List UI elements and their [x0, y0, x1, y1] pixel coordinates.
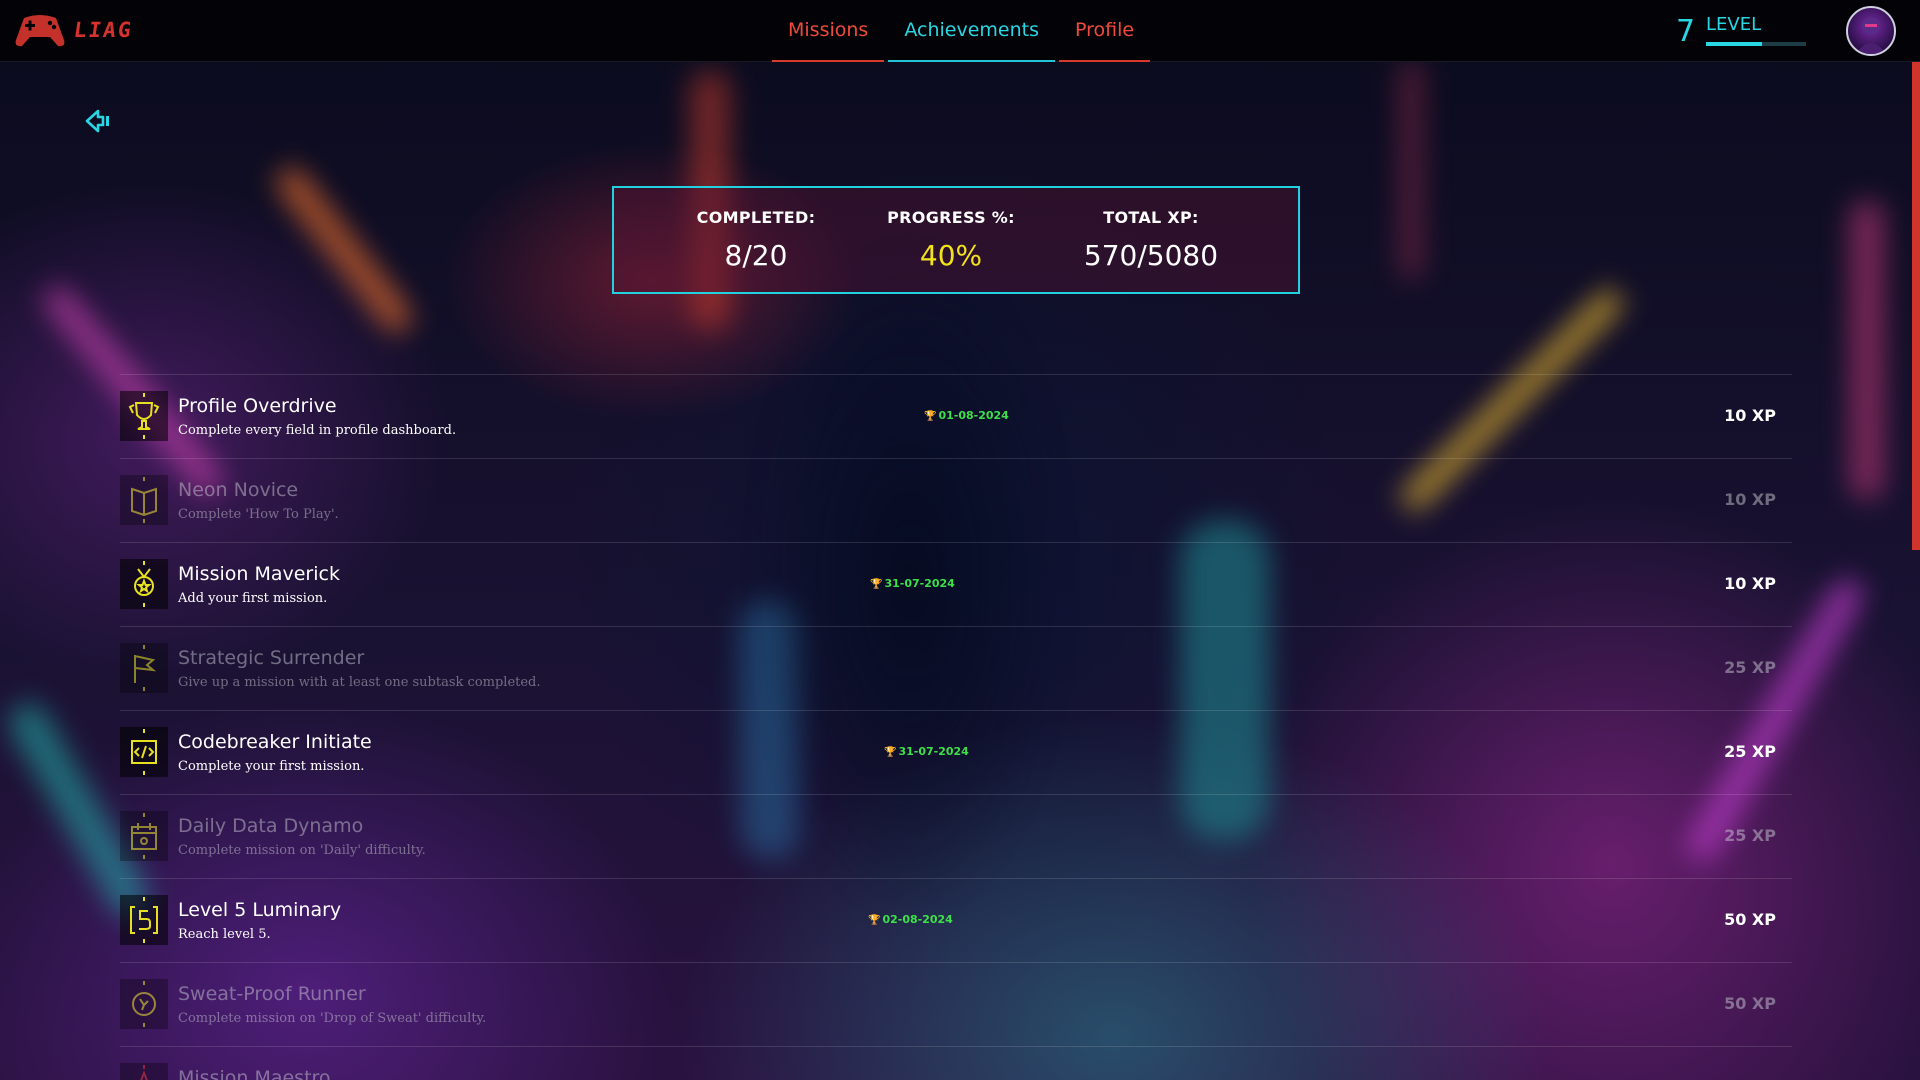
- achievement-description: Add your first mission.: [178, 591, 328, 606]
- medal-icon: [120, 559, 168, 609]
- achievement-xp: 50 XP: [1724, 994, 1776, 1013]
- achievement-xp: 50 XP: [1724, 910, 1776, 929]
- level-five-icon: [120, 895, 168, 945]
- achievement-xp: 10 XP: [1724, 406, 1776, 425]
- achievement-xp: 25 XP: [1724, 826, 1776, 845]
- achievement-row[interactable]: Daily Data Dynamo Complete mission on 'Da…: [120, 794, 1792, 878]
- stat-completed: COMPLETED: 8/20: [661, 188, 851, 292]
- achievement-row[interactable]: Level 5 Luminary Reach level 5. 🏆 02-08-202…: [120, 878, 1792, 962]
- unlock-date: 🏆 31-07-2024: [884, 745, 969, 758]
- achievement-description: Complete 'How To Play'.: [178, 507, 339, 522]
- gamepad-icon: [15, 15, 65, 47]
- achievement-row[interactable]: Mission Maestro: [120, 1046, 1792, 1080]
- book-icon: [120, 475, 168, 525]
- achievement-description: Give up a mission with at least one subt…: [178, 675, 541, 690]
- achievement-description: Complete your first mission.: [178, 759, 365, 774]
- achievement-title: Daily Data Dynamo: [178, 815, 364, 837]
- trophy-small-icon: 🏆: [884, 747, 897, 758]
- stat-xp-value: 570/5080: [1083, 239, 1219, 272]
- achievement-xp: 25 XP: [1724, 658, 1776, 677]
- stat-progress-value: 40%: [919, 239, 983, 272]
- unlock-date-text: 31-07-2024: [884, 577, 955, 590]
- flag-icon: [120, 643, 168, 693]
- tab-profile[interactable]: Profile: [1058, 0, 1151, 62]
- achievement-row[interactable]: Strategic Surrender Give up a mission wit…: [120, 626, 1792, 710]
- level-progress-fill: [1706, 42, 1762, 46]
- star-icon: [120, 1063, 168, 1080]
- achievement-title: Mission Maverick: [178, 563, 340, 585]
- code-icon: [120, 727, 168, 777]
- runner-icon: [120, 979, 168, 1029]
- unlock-date: 🏆 31-07-2024: [870, 577, 955, 590]
- trophy-small-icon: 🏆: [924, 411, 937, 422]
- tab-achievements[interactable]: Achievements: [888, 0, 1055, 62]
- top-nav-bar: LIAG Missions Achievements Profile 7 LEV…: [0, 0, 1920, 62]
- achievement-title: Level 5 Luminary: [178, 899, 342, 921]
- achievement-title: Codebreaker Initiate: [178, 731, 372, 753]
- achievement-row[interactable]: Profile Overdrive Complete every field in…: [120, 374, 1792, 458]
- trophy-icon: [120, 391, 168, 441]
- achievement-title: Profile Overdrive: [178, 395, 337, 417]
- avatar-image: [1856, 17, 1886, 54]
- achievement-xp: 10 XP: [1724, 490, 1776, 509]
- stat-completed-value: 8/20: [724, 239, 788, 272]
- achievement-xp: 25 XP: [1724, 742, 1776, 761]
- level-number: 7: [1676, 14, 1696, 49]
- logo[interactable]: LIAG: [14, 12, 135, 48]
- avatar[interactable]: [1846, 6, 1896, 56]
- unlock-date-text: 31-07-2024: [898, 745, 969, 758]
- achievement-description: Complete mission on 'Drop of Sweat' diff…: [178, 1011, 487, 1026]
- achievement-row[interactable]: Sweat-Proof Runner Complete mission on 'D…: [120, 962, 1792, 1046]
- stats-panel: COMPLETED: 8/20 PROGRESS %: 40% TOTAL XP…: [612, 186, 1300, 294]
- achievement-description: Reach level 5.: [178, 927, 271, 942]
- main-nav: Missions Achievements Profile: [772, 0, 1154, 62]
- achievement-list: Profile Overdrive Complete every field in…: [120, 374, 1792, 1080]
- level-indicator: 7 LEVEL: [1676, 12, 1808, 50]
- back-arrow-icon: [85, 109, 109, 133]
- achievement-row[interactable]: Codebreaker Initiate Complete your first …: [120, 710, 1792, 794]
- achievement-title: Sweat-Proof Runner: [178, 983, 366, 1005]
- achievement-row[interactable]: Neon Novice Complete 'How To Play'. 10 XP: [120, 458, 1792, 542]
- achievement-row[interactable]: Mission Maverick Add your first mission. 🏆…: [120, 542, 1792, 626]
- achievement-description: Complete every field in profile dashboar…: [178, 423, 457, 438]
- unlock-date: 🏆 02-08-2024: [868, 913, 953, 926]
- calendar-icon: [120, 811, 168, 861]
- back-button[interactable]: [84, 108, 112, 134]
- scrollbar[interactable]: [1912, 60, 1920, 550]
- achievement-description: Complete mission on 'Daily' difficulty.: [178, 843, 426, 858]
- unlock-date: 🏆 01-08-2024: [924, 409, 1009, 422]
- achievement-xp: 10 XP: [1724, 574, 1776, 593]
- level-progress-bar: [1706, 42, 1806, 46]
- logo-text: LIAG: [72, 18, 135, 42]
- unlock-date-text: 01-08-2024: [938, 409, 1009, 422]
- achievement-title: Neon Novice: [178, 479, 299, 501]
- stat-xp-label: TOTAL XP:: [1103, 208, 1199, 227]
- stat-progress-label: PROGRESS %:: [887, 208, 1015, 227]
- level-label: LEVEL: [1706, 14, 1762, 35]
- tab-missions[interactable]: Missions: [772, 0, 885, 62]
- trophy-small-icon: 🏆: [870, 579, 883, 590]
- achievement-title: Mission Maestro: [178, 1067, 331, 1080]
- stat-completed-label: COMPLETED:: [696, 208, 816, 227]
- trophy-small-icon: 🏆: [868, 915, 881, 926]
- stat-progress: PROGRESS %: 40%: [851, 188, 1051, 292]
- unlock-date-text: 02-08-2024: [882, 913, 953, 926]
- achievement-title: Strategic Surrender: [178, 647, 365, 669]
- stat-total-xp: TOTAL XP: 570/5080: [1051, 188, 1251, 292]
